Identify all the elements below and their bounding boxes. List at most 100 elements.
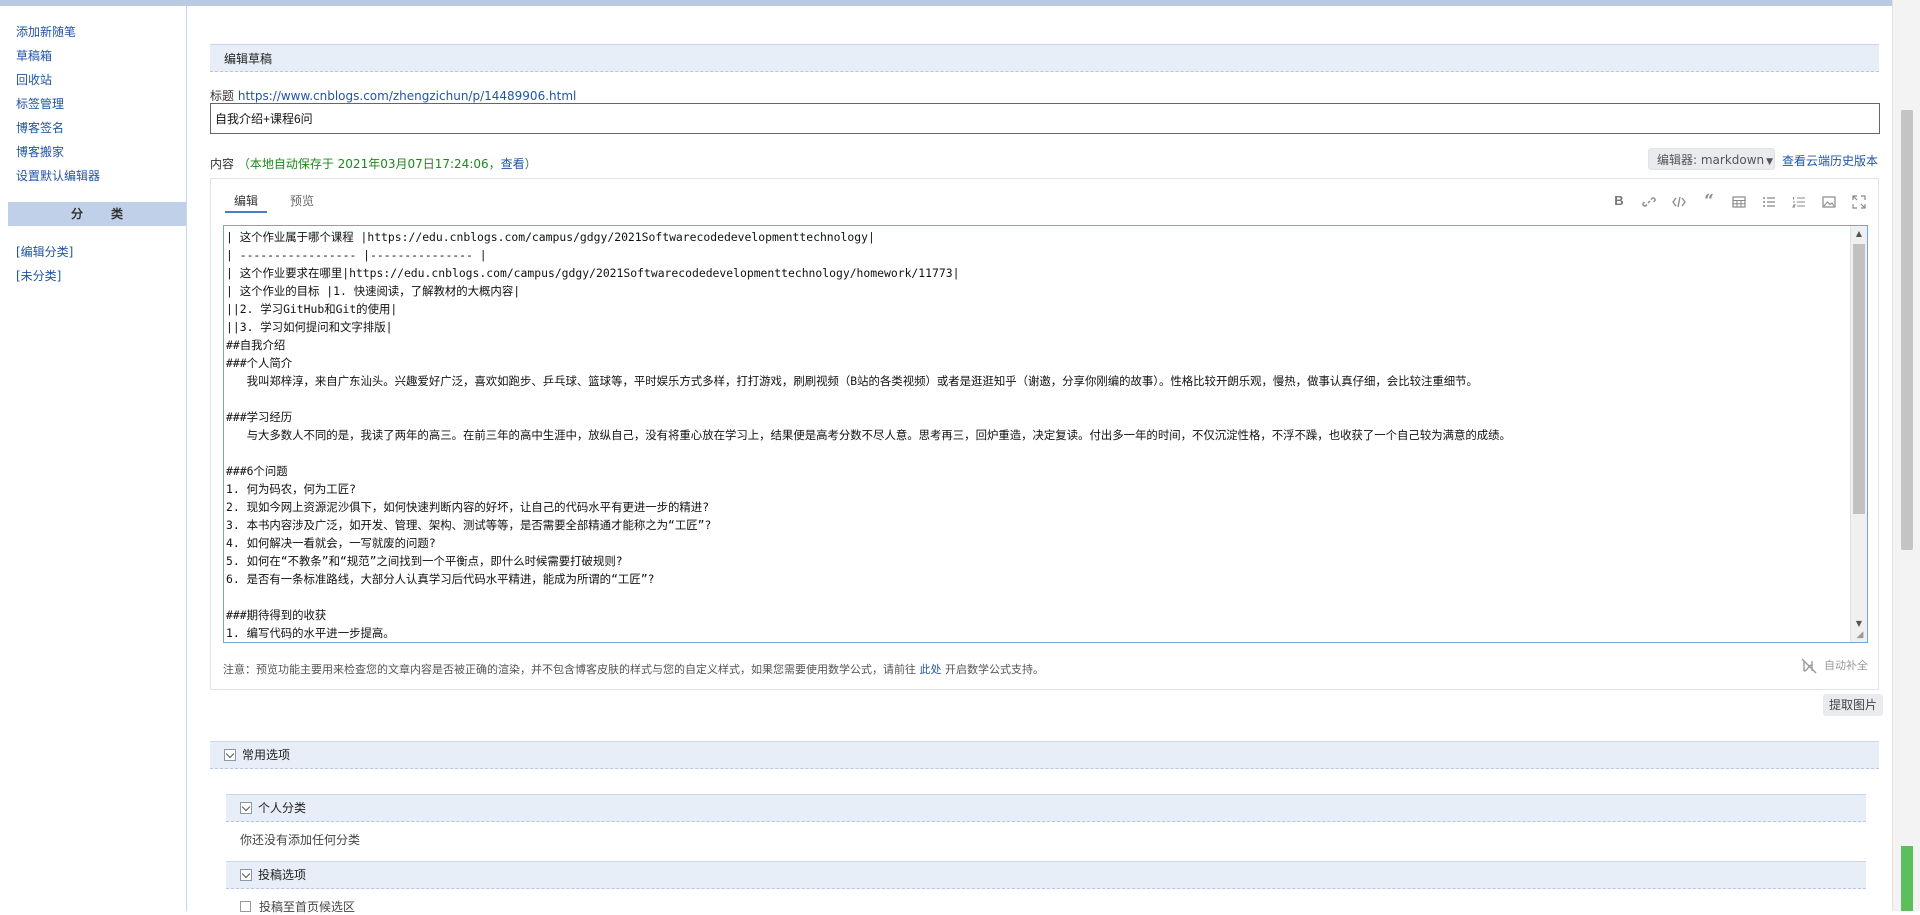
- resize-handle-icon[interactable]: ◢: [1855, 630, 1865, 640]
- sidebar-link-default-editor[interactable]: 设置默认编辑器: [16, 169, 100, 183]
- category-link-edit[interactable]: [编辑分类]: [16, 245, 73, 259]
- editor-line[interactable]: 4. 如何解决一看就会，一写就废的问题?: [226, 534, 1867, 552]
- category-item-uncategorized[interactable]: [未分类]: [16, 264, 186, 288]
- autosave-view-link[interactable]: 查看: [501, 157, 525, 171]
- editor-line[interactable]: [226, 588, 1867, 606]
- homepage-candidate-checkbox[interactable]: [240, 901, 251, 912]
- fullscreen-icon[interactable]: [1848, 191, 1870, 211]
- editor-line[interactable]: ###期待得到的收获: [226, 606, 1867, 624]
- category-links: [编辑分类] [未分类]: [0, 226, 186, 288]
- scrollbar-thumb[interactable]: [1853, 244, 1865, 514]
- editor-line[interactable]: 1. 编写代码的水平进一步提高。: [226, 624, 1867, 642]
- editor-line[interactable]: 与大多数人不同的是，我读了两年的高三。在前三年的高中生涯中，放纵自己，没有将重心…: [226, 426, 1867, 444]
- editor-type-dropdown[interactable]: 编辑器: markdown ▼: [1648, 148, 1775, 170]
- sidebar-item-recycle-bin[interactable]: 回收站: [16, 68, 186, 92]
- main-content: 编辑草稿 标题 https://www.cnblogs.com/zhengzic…: [188, 6, 1888, 914]
- editor-line[interactable]: ###学习经历: [226, 408, 1867, 426]
- editor-line[interactable]: 3. 本书内容涉及广泛，如开发、管理、架构、测试等等，是否需要全部精通才能称之为…: [226, 516, 1867, 534]
- no-category-text: 你还没有添加任何分类: [240, 833, 361, 847]
- page-scrollbar-thumb[interactable]: [1901, 110, 1913, 550]
- category-item-edit[interactable]: [编辑分类]: [16, 240, 186, 264]
- editor-line[interactable]: | 这个作业的目标 |1. 快速阅读，了解教材的大概内容|: [226, 282, 1867, 300]
- note-suffix: 开启数学公式支持。: [941, 663, 1044, 676]
- bold-icon[interactable]: B: [1608, 191, 1630, 211]
- editor-line[interactable]: ##自我介绍: [226, 336, 1867, 354]
- scroll-up-arrow-icon[interactable]: ▲: [1851, 226, 1867, 242]
- note-prefix: 注意：预览功能主要用来检查您的文章内容是否被正确的渲染，并不包含博客皮肤的样式与…: [223, 663, 920, 676]
- editor-line[interactable]: | 这个作业属于哪个课程 |https://edu.cnblogs.com/ca…: [226, 228, 1867, 246]
- editor-line[interactable]: 5. 如何在“不教条”和“规范”之间找到一个平衡点，即什么时候需要打破规则?: [226, 552, 1867, 570]
- content-row: 内容 （本地自动保存于 2021年03月07日17:24:06，查看）: [210, 155, 537, 172]
- title-label: 标题: [210, 89, 235, 103]
- note-math-link[interactable]: 此处: [920, 663, 942, 676]
- editor-line[interactable]: 我叫郑梓淳，来自广东汕头。兴趣爱好广泛，喜欢如跑步、乒乓球、篮球等，平时娱乐方式…: [226, 372, 1867, 390]
- editor-line[interactable]: ||2. 学习GitHub和Git的使用|: [226, 300, 1867, 318]
- auto-space-toggle[interactable]: 自动补全: [1800, 655, 1868, 677]
- sidebar: 添加新随笔 草稿箱 回收站 标签管理 博客签名 博客搬家 设置默认编辑器 分类 …: [0, 6, 187, 911]
- cloud-history-link[interactable]: 查看云端历史版本: [1782, 152, 1878, 169]
- editor-line[interactable]: 1. 何为码农，何为工匠?: [226, 480, 1867, 498]
- sidebar-links: 添加新随笔 草稿箱 回收站 标签管理 博客签名 博客搬家 设置默认编辑器: [0, 6, 186, 188]
- common-options-label: 常用选项: [242, 748, 291, 762]
- markdown-content[interactable]: | 这个作业属于哪个课程 |https://edu.cnblogs.com/ca…: [224, 226, 1867, 642]
- post-url-link[interactable]: https://www.cnblogs.com/zhengzichun/p/14…: [238, 89, 577, 103]
- editor-tabs: 编辑 预览: [225, 191, 337, 213]
- markdown-textarea[interactable]: | 这个作业属于哪个课程 |https://edu.cnblogs.com/ca…: [223, 225, 1868, 643]
- code-icon[interactable]: [1668, 191, 1690, 211]
- sidebar-link-recycle-bin[interactable]: 回收站: [16, 73, 52, 87]
- sidebar-link-blog-migration[interactable]: 博客搬家: [16, 145, 64, 159]
- editor-line[interactable]: [226, 444, 1867, 462]
- editor-line[interactable]: | ----------------- |--------------- |: [226, 246, 1867, 264]
- homepage-candidate-option[interactable]: 投稿至首页候选区: [240, 898, 355, 915]
- caret-down-icon: ▼: [1766, 157, 1774, 167]
- tab-edit[interactable]: 编辑: [225, 191, 268, 213]
- sidebar-link-add-post[interactable]: 添加新随笔: [16, 25, 76, 39]
- editor-line[interactable]: [226, 390, 1867, 408]
- editor-scrollbar[interactable]: ▲ ▼: [1850, 226, 1867, 642]
- common-options-header[interactable]: 常用选项: [210, 741, 1879, 769]
- editor-type-value: 编辑器: markdown: [1657, 153, 1765, 167]
- editor-line[interactable]: ###6个问题: [226, 462, 1867, 480]
- sidebar-item-default-editor[interactable]: 设置默认编辑器: [16, 164, 186, 188]
- sidebar-link-drafts[interactable]: 草稿箱: [16, 49, 52, 63]
- unordered-list-icon[interactable]: [1758, 191, 1780, 211]
- tab-preview[interactable]: 预览: [281, 191, 323, 213]
- sidebar-item-blog-signature[interactable]: 博客签名: [16, 116, 186, 140]
- submit-options-header[interactable]: 投稿选项: [226, 861, 1866, 889]
- image-icon[interactable]: [1818, 191, 1840, 211]
- auto-space-icon: [1801, 658, 1817, 674]
- category-heading: 分类: [8, 202, 186, 226]
- editor-line[interactable]: ###个人简介: [226, 354, 1867, 372]
- content-label: 内容: [210, 157, 235, 171]
- collapse-toggle-icon[interactable]: [224, 749, 236, 761]
- auto-space-label: 自动补全: [1824, 659, 1868, 672]
- section-title: 编辑草稿: [210, 44, 1879, 72]
- editor-line[interactable]: ||3. 学习如何提问和文字排版|: [226, 318, 1867, 336]
- preview-note: 注意：预览功能主要用来检查您的文章内容是否被正确的渲染，并不包含博客皮肤的样式与…: [223, 661, 1044, 677]
- link-icon[interactable]: [1638, 191, 1660, 211]
- sidebar-item-blog-migration[interactable]: 博客搬家: [16, 140, 186, 164]
- sidebar-link-blog-signature[interactable]: 博客签名: [16, 121, 64, 135]
- category-link-uncategorized[interactable]: [未分类]: [16, 269, 61, 283]
- homepage-candidate-label: 投稿至首页候选区: [259, 900, 356, 914]
- collapse-toggle-icon[interactable]: [240, 869, 252, 881]
- page-scrollbar[interactable]: [1892, 0, 1920, 911]
- quote-icon[interactable]: “: [1698, 191, 1720, 211]
- title-input[interactable]: [210, 103, 1880, 134]
- title-row: 标题 https://www.cnblogs.com/zhengzichun/p…: [210, 87, 576, 104]
- sidebar-item-tag-management[interactable]: 标签管理: [16, 92, 186, 116]
- editor-line[interactable]: 2. 现如今网上资源泥沙俱下，如何快速判断内容的好坏，让自己的代码水平有更进一步…: [226, 498, 1867, 516]
- sidebar-item-add-post[interactable]: 添加新随笔: [16, 20, 186, 44]
- editor-line[interactable]: | 这个作业要求在哪里|https://edu.cnblogs.com/camp…: [226, 264, 1867, 282]
- ordered-list-icon[interactable]: [1788, 191, 1810, 211]
- personal-category-header[interactable]: 个人分类: [226, 794, 1866, 822]
- collapse-toggle-icon[interactable]: [240, 802, 252, 814]
- sidebar-item-drafts[interactable]: 草稿箱: [16, 44, 186, 68]
- autosave-close: ）: [524, 157, 537, 171]
- editor-toolbar: B “: [1600, 191, 1870, 211]
- sidebar-link-tag-management[interactable]: 标签管理: [16, 97, 64, 111]
- submit-options-label: 投稿选项: [258, 868, 307, 882]
- table-icon[interactable]: [1728, 191, 1750, 211]
- editor-line[interactable]: 6. 是否有一条标准路线，大部分人认真学习后代码水平精进，能成为所谓的“工匠”?: [226, 570, 1867, 588]
- extract-images-button[interactable]: 提取图片: [1823, 694, 1883, 716]
